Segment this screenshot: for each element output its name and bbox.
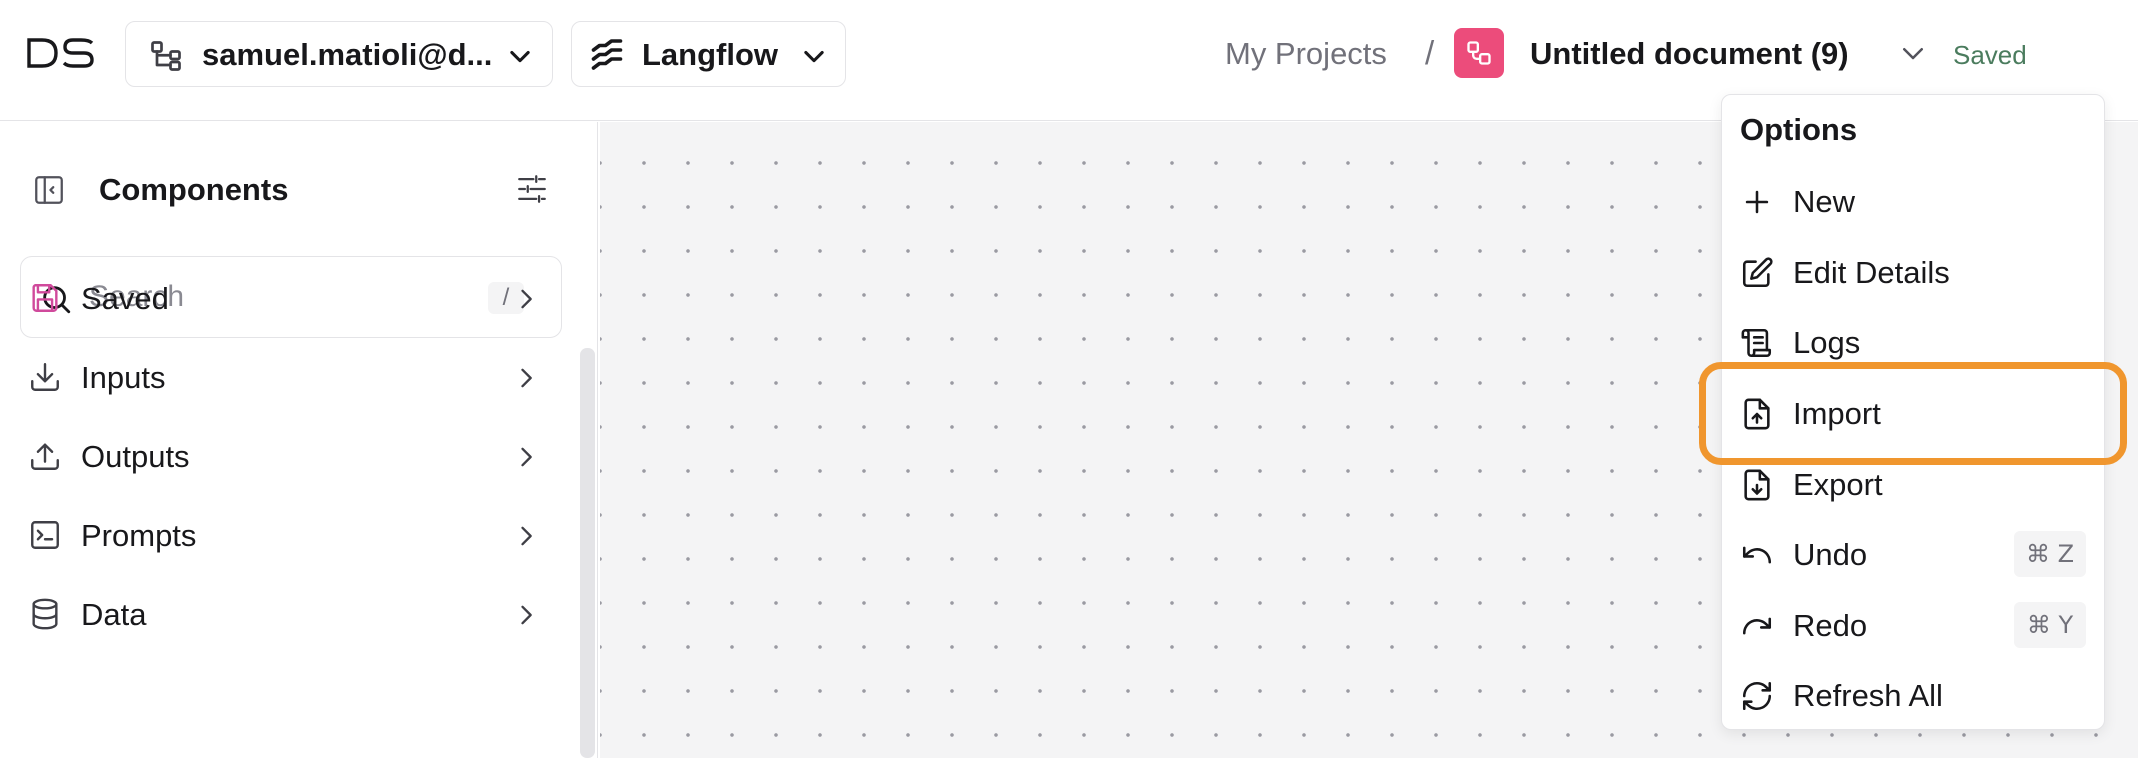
menu-item-new[interactable]: New	[1722, 170, 2106, 232]
menu-item-label: Export	[1793, 467, 1883, 502]
flow-icon	[1454, 28, 1504, 78]
chevron-right-icon	[521, 526, 532, 546]
menu-item-edit-details[interactable]: Edit Details	[1722, 241, 2106, 303]
langflow-icon	[591, 39, 623, 70]
filter-settings-icon[interactable]	[515, 172, 549, 206]
menu-item-redo[interactable]: Redo ⌘ Y	[1722, 594, 2106, 656]
menu-item-label: Import	[1793, 396, 1881, 431]
menu-item-refresh-all[interactable]: Refresh All	[1722, 664, 2106, 726]
download-icon	[31, 363, 59, 391]
redo-icon	[1742, 617, 1772, 635]
sidebar-title: Components	[99, 172, 289, 207]
org-tree-icon	[151, 41, 181, 71]
menu-item-export[interactable]: Export	[1722, 453, 2106, 515]
chevron-down-icon	[804, 50, 824, 63]
menu-item-undo[interactable]: Undo ⌘ Z	[1722, 523, 2106, 585]
menu-item-label: New	[1793, 184, 1856, 219]
terminal-icon	[31, 521, 59, 549]
chevron-right-icon	[521, 447, 532, 467]
chevron-down-icon	[510, 50, 530, 63]
chevron-down-icon[interactable]	[1898, 38, 1928, 68]
undo-icon	[1742, 546, 1772, 564]
langflow-selector-button[interactable]: Langflow	[571, 21, 846, 87]
menu-item-label: Edit Details	[1793, 255, 1950, 290]
document-title[interactable]: Untitled document (9)	[1530, 36, 1849, 72]
refresh-icon	[1742, 681, 1772, 711]
save-icon	[32, 284, 58, 312]
file-upload-icon	[1744, 398, 1770, 430]
org-selector-button[interactable]: samuel.matioli@d...	[125, 21, 553, 87]
menu-item-label: Redo	[1793, 608, 1868, 643]
redo-shortcut-badge: ⌘ Y	[2014, 602, 2086, 648]
menu-item-logs[interactable]: Logs	[1722, 311, 2106, 373]
menu-title: Options	[1740, 112, 1858, 147]
menu-item-label: Logs	[1793, 325, 1861, 360]
sidebar-item-label: Data	[81, 597, 147, 632]
sidebar-item-label: Saved	[81, 281, 169, 316]
edit-icon	[1742, 257, 1773, 288]
scroll-icon	[1741, 328, 1772, 358]
sidebar-item-label: Outputs	[81, 439, 190, 474]
sidebar-item-saved[interactable]: Saved	[0, 263, 560, 335]
breadcrumb-my-projects[interactable]: My Projects	[1225, 36, 1387, 72]
sidebar-item-inputs[interactable]: Inputs	[0, 342, 560, 414]
upload-icon	[31, 443, 59, 470]
menu-item-import[interactable]: Import	[1722, 382, 2106, 444]
file-download-icon	[1744, 469, 1770, 501]
database-icon	[32, 598, 58, 630]
menu-item-label: Refresh All	[1793, 678, 1943, 713]
sidebar-item-outputs[interactable]: Outputs	[0, 421, 560, 493]
menu-item-label: Undo	[1793, 537, 1868, 572]
sidebar-item-data[interactable]: Data	[0, 579, 560, 651]
undo-shortcut-badge: ⌘ Z	[2014, 531, 2086, 577]
chevron-right-icon	[521, 289, 532, 309]
plus-icon	[1745, 190, 1769, 214]
sidebar-toggle-icon[interactable]	[32, 173, 66, 207]
sidebar-scrollbar[interactable]	[580, 348, 595, 758]
chevron-right-icon	[521, 368, 532, 388]
langflow-selector-label: Langflow	[642, 37, 779, 72]
sidebar-item-label: Inputs	[81, 360, 166, 395]
sidebar-item-prompts[interactable]: Prompts	[0, 500, 560, 572]
options-dropdown-menu: Options New Edit Details Logs Import Exp…	[1721, 94, 2105, 730]
sidebar-item-label: Prompts	[81, 518, 197, 553]
chevron-right-icon	[521, 605, 532, 625]
org-selector-label: samuel.matioli@d...	[202, 37, 493, 72]
breadcrumb-separator: /	[1425, 34, 1435, 71]
ds-logo[interactable]	[26, 37, 96, 69]
save-status: Saved	[1953, 40, 2027, 70]
components-sidebar: Components / Saved Inputs Outputs Prompt…	[0, 122, 598, 758]
